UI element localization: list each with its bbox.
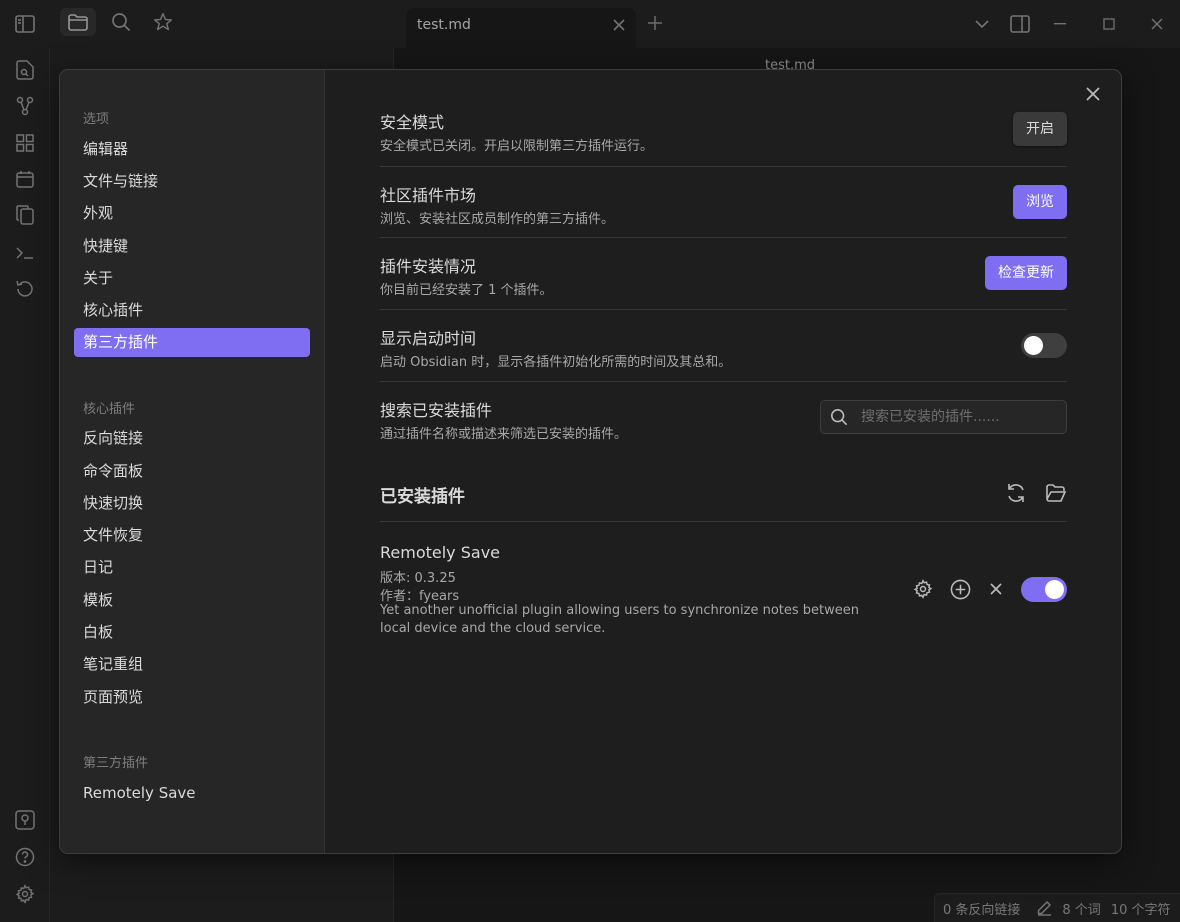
nav-item-files-links[interactable]: 文件与链接	[74, 167, 310, 196]
setting-search-installed: 搜索已安装插件 通过插件名称或描述来筛选已安装的插件。	[380, 381, 1067, 453]
uninstall-plugin-close-icon[interactable]	[988, 581, 1004, 597]
open-plugins-folder-icon[interactable]	[1045, 482, 1067, 504]
nav-item-page-preview[interactable]: 页面预览	[74, 683, 310, 712]
setting-desc: 通过插件名称或描述来筛选已安装的插件。	[380, 427, 628, 442]
setting-desc: 浏览、安装社区成员制作的第三方插件。	[380, 212, 615, 227]
plugin-search-box	[820, 400, 1067, 434]
search-icon	[830, 408, 848, 426]
plugin-settings-gear-icon[interactable]	[913, 579, 933, 599]
setting-installed-status: 插件安装情况 你目前已经安装了 1 个插件。 检查更新	[380, 237, 1067, 309]
nav-item-appearance[interactable]: 外观	[74, 199, 310, 228]
divider	[380, 521, 1067, 522]
nav-heading-core-plugins: 核心插件	[83, 402, 136, 417]
nav-item-backlinks[interactable]: 反向链接	[74, 424, 310, 453]
nav-item-note-composer[interactable]: 笔记重组	[74, 650, 310, 679]
nav-item-templates[interactable]: 模板	[74, 586, 310, 615]
setting-name: 插件安装情况	[380, 257, 477, 276]
nav-heading-community-plugins: 第三方插件	[83, 756, 149, 771]
plugin-search-input[interactable]	[861, 401, 1061, 433]
nav-item-daily-notes[interactable]: 日记	[74, 553, 310, 582]
nav-item-core-plugins[interactable]: 核心插件	[74, 296, 310, 325]
close-icon[interactable]	[1081, 82, 1105, 106]
nav-item-command-palette[interactable]: 命令面板	[74, 457, 310, 486]
setting-name: 搜索已安装插件	[380, 401, 493, 420]
plugin-actions	[913, 576, 1067, 602]
nav-item-community-plugins[interactable]: 第三方插件	[74, 328, 310, 357]
setting-name: 显示启动时间	[380, 329, 477, 348]
plugin-version: 版本: 0.3.25	[380, 571, 456, 586]
nav-item-file-recovery[interactable]: 文件恢复	[74, 521, 310, 550]
setting-desc: 你目前已经安装了 1 个插件。	[380, 283, 553, 298]
nav-item-quick-switcher[interactable]: 快速切换	[74, 489, 310, 518]
nav-item-about[interactable]: 关于	[74, 264, 310, 293]
nav-item-hotkeys[interactable]: 快捷键	[74, 232, 310, 261]
setting-safe-mode: 安全模式 安全模式已关闭。开启以限制第三方插件运行。 开启	[380, 96, 1067, 166]
setting-desc: 启动 Obsidian 时，显示各插件初始化所需的时间及其总和。	[380, 355, 732, 370]
setting-desc: 安全模式已关闭。开启以限制第三方插件运行。	[380, 139, 654, 154]
plugin-hotkeys-plus-circle-icon[interactable]	[950, 579, 971, 600]
startup-time-toggle[interactable]	[1021, 333, 1067, 358]
plugin-name: Remotely Save	[380, 543, 501, 562]
browse-button[interactable]: 浏览	[1013, 185, 1067, 219]
nav-item-editor[interactable]: 编辑器	[74, 135, 310, 164]
setting-name: 安全模式	[380, 113, 445, 132]
plugin-enable-toggle[interactable]	[1021, 576, 1067, 602]
toggle-knob	[1024, 336, 1043, 355]
nav-heading-options: 选项	[83, 112, 110, 127]
installed-plugins-actions	[1005, 482, 1067, 504]
settings-nav: 选项 编辑器 文件与链接 外观 快捷键 关于 核心插件 第三方插件 核心插件 反…	[60, 70, 325, 853]
toggle-knob	[1045, 579, 1064, 599]
setting-community-market: 社区插件市场 浏览、安装社区成员制作的第三方插件。 浏览	[380, 166, 1067, 237]
settings-modal: 选项 编辑器 文件与链接 外观 快捷键 关于 核心插件 第三方插件 核心插件 反…	[59, 69, 1122, 854]
turn-on-safe-mode-button[interactable]: 开启	[1013, 112, 1067, 146]
setting-startup-time: 显示启动时间 启动 Obsidian 时，显示各插件初始化所需的时间及其总和。	[380, 309, 1067, 381]
nav-item-canvas[interactable]: 白板	[74, 618, 310, 647]
plugin-description: Yet another unofficial plugin allowing u…	[380, 603, 859, 636]
nav-item-remotely-save[interactable]: Remotely Save	[74, 779, 310, 808]
setting-name: 社区插件市场	[380, 186, 477, 205]
installed-plugins-heading: 已安装插件	[380, 487, 465, 507]
settings-content: 安全模式 安全模式已关闭。开启以限制第三方插件运行。 开启 社区插件市场 浏览、…	[380, 70, 1067, 853]
check-updates-button[interactable]: 检查更新	[985, 256, 1067, 290]
reload-plugins-icon[interactable]	[1005, 482, 1027, 504]
